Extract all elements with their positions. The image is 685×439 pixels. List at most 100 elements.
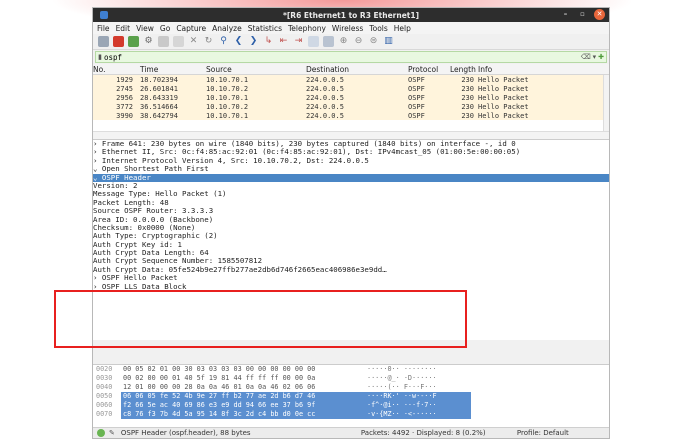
close-file-icon[interactable]: ✕ [188,36,199,47]
hex-row[interactable]: 0050 06 06 05 fe 52 4b 9e 27 ff b2 77 ae… [93,392,609,401]
maximize-icon[interactable]: ▫ [577,9,588,20]
clear-filter-icon[interactable]: ⌫ [581,53,591,61]
stop-capture-icon[interactable] [113,36,124,47]
packet-bytes-pane: 0020 00 05 02 01 00 30 03 03 03 03 00 00… [93,364,609,430]
go-back-icon[interactable]: ❮ [233,36,244,47]
hex-row[interactable]: 0070 c8 76 f3 7b 4d 5a 95 14 8f 3c 2d c4… [93,410,609,419]
capture-options-icon[interactable]: ⚙ [143,36,154,47]
cell-source: 10.10.70.1 [206,75,249,84]
shark-fin-start-icon[interactable] [98,36,109,47]
status-field-info: OSPF Header (ospf.header), 88 bytes [120,429,251,437]
find-packet-icon[interactable]: ⚲ [218,36,229,47]
hex-row[interactable]: 0060 f2 66 5e ac 40 69 86 e3 e9 dd 94 66… [93,401,609,410]
hex-row[interactable]: 0020 00 05 02 01 00 30 03 03 03 03 00 00… [93,365,609,374]
hex-ascii: ····RK·' ··w·-··F [361,392,471,401]
table-row[interactable]: 1929 18.702394 10.10.70.1 224.0.0.5 OSPF… [93,75,609,84]
title-bar: *[R6 Ethernet1 to R3 Ethernet1] – ▫ ✕ [93,8,609,22]
table-row[interactable]: 2745 26.601841 10.10.70.2 224.0.0.5 OSPF… [93,84,609,93]
hex-bytes: c8 76 f3 7b 4d 5a 95 14 8f 3c 2d c4 bb d… [121,410,361,419]
col-protocol[interactable]: Protocol [408,65,450,74]
restart-capture-icon[interactable] [128,36,139,47]
menu-edit[interactable]: Edit [116,24,131,33]
menu-view[interactable]: View [136,24,154,33]
col-info[interactable]: Info [478,65,609,74]
display-filter-input[interactable] [104,52,581,62]
tree-field-auth-key-id[interactable]: Auth Crypt Key id: 1 [93,241,609,249]
menu-wireless[interactable]: Wireless [332,24,363,33]
menu-statistics[interactable]: Statistics [248,24,282,33]
cell-info: Hello Packet [478,75,529,84]
menu-analyze[interactable]: Analyze [212,24,242,33]
hex-offset: 0020 [96,365,113,373]
go-forward-icon[interactable]: ❯ [248,36,259,47]
tree-item-ipv4[interactable]: › Internet Protocol Version 4, Src: 10.1… [93,157,609,165]
tree-item-ospf[interactable]: ⌄ Open Shortest Path First [93,165,609,173]
bookmark-icon[interactable]: ▮ [96,53,104,61]
tree-item-frame[interactable]: › Frame 641: 230 bytes on wire (1840 bit… [93,140,609,148]
zoom-out-icon[interactable]: ⊖ [353,36,364,47]
tree-field-source-router[interactable]: Source OSPF Router: 3.3.3.3 [93,207,609,215]
col-source[interactable]: Source [206,65,306,74]
cell-no: 1929 [116,75,133,84]
table-row[interactable]: 3990 38.642794 10.10.70.1 224.0.0.5 OSPF… [93,111,609,120]
window-title: *[R6 Ethernet1 to R3 Ethernet1] [282,10,420,20]
cell-time: 18.702394 [140,75,178,84]
menu-telephony[interactable]: Telephony [288,24,326,33]
packet-list-hscroll[interactable] [93,131,609,139]
autoscroll-icon[interactable] [308,36,319,47]
packet-list-vscroll[interactable] [603,75,609,131]
menu-go[interactable]: Go [160,24,170,33]
add-filter-icon[interactable]: ✚ [598,53,604,61]
col-no[interactable]: No. [93,65,136,74]
tree-item-ethernet[interactable]: › Ethernet II, Src: 0c:f4:85:ac:92:01 (0… [93,148,609,156]
hex-offset: 0030 [96,374,113,382]
tree-field-message-type[interactable]: Message Type: Hello Packet (1) [93,190,609,198]
menu-tools[interactable]: Tools [369,24,387,33]
cell-time: 28.643319 [140,93,178,102]
last-packet-icon[interactable]: ⇥ [293,36,304,47]
tree-field-auth-data-length[interactable]: Auth Crypt Data Length: 64 [93,249,609,257]
open-file-icon[interactable] [158,36,169,47]
status-ready-icon[interactable] [97,429,105,437]
edit-comment-icon[interactable]: ✎ [109,429,115,437]
menu-help[interactable]: Help [394,24,411,33]
col-time[interactable]: Time [136,65,206,74]
filter-dropdown-icon[interactable]: ▾ [593,53,597,61]
tree-field-area-id[interactable]: Area ID: 0.0.0.0 (Backbone) [93,216,609,224]
tree-item-ospf-header[interactable]: ⌄ OSPF Header [93,173,609,182]
cell-destination: 224.0.0.5 [306,84,344,93]
menu-capture[interactable]: Capture [176,24,206,33]
tree-item-lls-block[interactable]: › OSPF LLS Data Block [93,283,609,291]
go-to-packet-icon[interactable]: ↳ [263,36,274,47]
normal-size-icon[interactable]: ⊜ [368,36,379,47]
minimize-icon[interactable]: – [560,9,571,20]
colorize-icon[interactable] [323,36,334,47]
packet-list-header: No. Time Source Destination Protocol Len… [93,64,609,75]
menu-bar: File Edit View Go Capture Analyze Statis… [93,22,609,34]
table-row[interactable]: 3772 36.514664 10.10.70.2 224.0.0.5 OSPF… [93,102,609,111]
tree-field-version[interactable]: Version: 2 [93,182,609,190]
zoom-in-icon[interactable]: ⊕ [338,36,349,47]
reload-icon[interactable]: ↻ [203,36,214,47]
tree-field-packet-length[interactable]: Packet Length: 48 [93,199,609,207]
wireshark-window: *[R6 Ethernet1 to R3 Ethernet1] – ▫ ✕ Fi… [92,7,610,439]
tree-item-hello-packet[interactable]: › OSPF Hello Packet [93,274,609,282]
col-destination[interactable]: Destination [306,65,408,74]
hex-row[interactable]: 0040 12 01 00 00 00 28 0a 0a 46 01 0a 0a… [93,383,609,392]
resize-columns-icon[interactable]: ▥ [383,36,394,47]
table-row[interactable]: 2956 28.643319 10.10.70.1 224.0.0.5 OSPF… [93,93,609,102]
save-file-icon[interactable] [173,36,184,47]
tree-field-auth-data[interactable]: Auth Crypt Data: 05fe524b9e27ffb277ae2db… [93,266,609,274]
tree-field-checksum[interactable]: Checksum: 0x0000 (None) [93,224,609,232]
first-packet-icon[interactable]: ⇤ [278,36,289,47]
tree-field-auth-seq-number[interactable]: Auth Crypt Sequence Number: 1585507812 [93,257,609,265]
tree-field-auth-type[interactable]: Auth Type: Cryptographic (2) [93,232,609,240]
cell-length: 230 [461,93,474,102]
cell-no: 2956 [116,93,133,102]
close-icon[interactable]: ✕ [594,9,605,20]
filter-actions: ⌫ ▾ ✚ [581,53,606,61]
hex-row[interactable]: 0030 00 02 00 00 01 40 5f 19 81 44 ff ff… [93,374,609,383]
status-profile[interactable]: Profile: Default [517,429,569,437]
col-length[interactable]: Length [450,65,478,74]
menu-file[interactable]: File [97,24,110,33]
